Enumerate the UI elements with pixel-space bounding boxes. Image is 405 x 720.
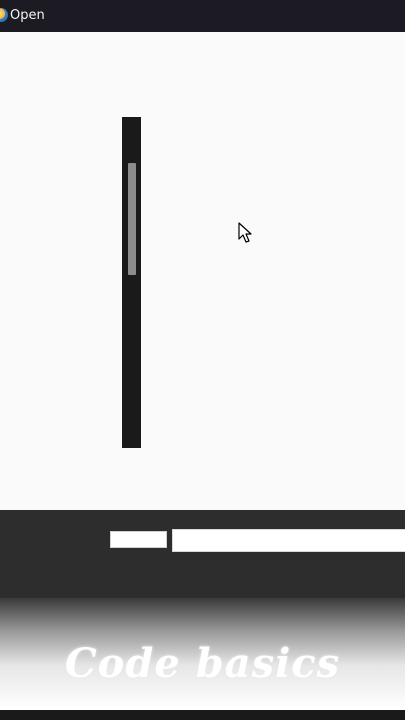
- mouse-cursor-icon: [238, 222, 252, 243]
- file-type-select[interactable]: [110, 531, 167, 548]
- window-title: Open: [10, 8, 45, 23]
- vertical-scrollbar[interactable]: [122, 117, 141, 448]
- watermark-text: Code basics: [64, 640, 341, 687]
- file-list-area[interactable]: [0, 32, 405, 510]
- python-icon: [0, 8, 8, 22]
- bottom-strip: [0, 710, 405, 720]
- title-bar: Open: [0, 0, 405, 32]
- scrollbar-thumb[interactable]: [128, 163, 136, 275]
- dialog-footer: [0, 510, 405, 598]
- filename-input[interactable]: [172, 529, 405, 552]
